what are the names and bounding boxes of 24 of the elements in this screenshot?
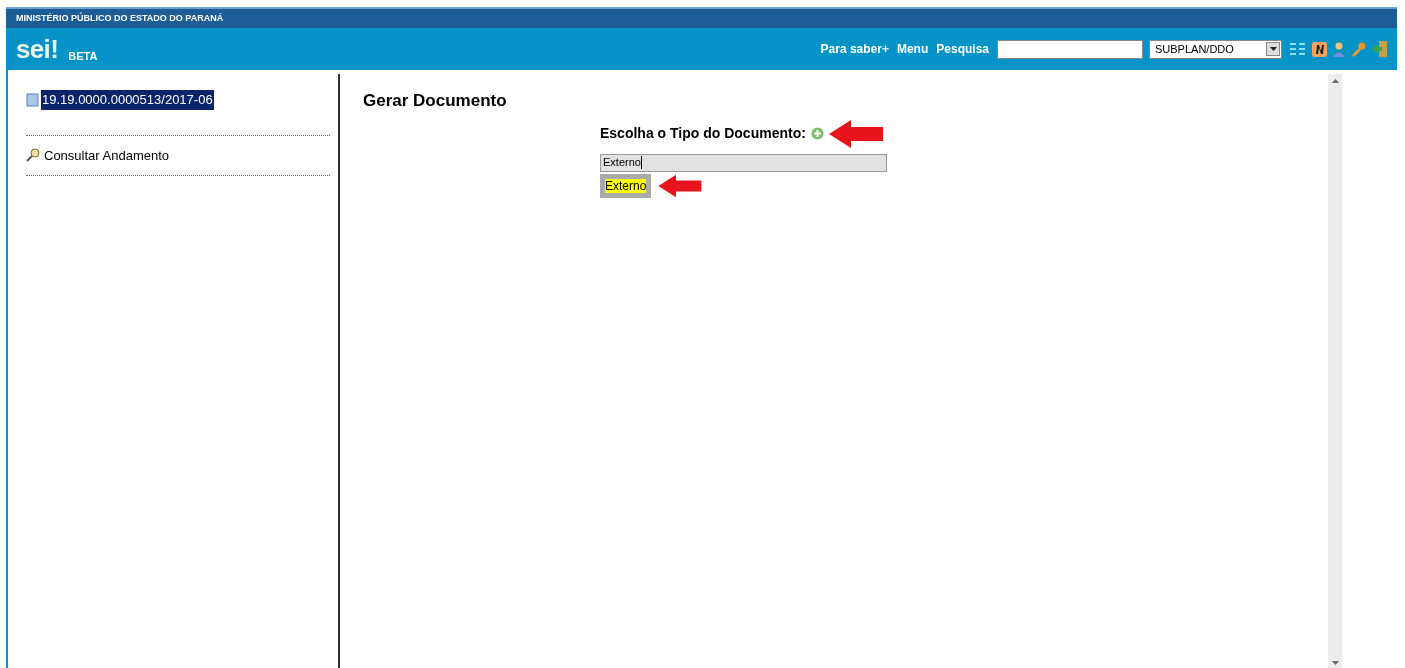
beta-label: BETA: [68, 48, 98, 64]
notes-icon[interactable]: [1312, 41, 1327, 57]
arrow-icon: [828, 119, 883, 148]
page-title: Gerar Documento: [363, 90, 508, 112]
document-icon: [26, 92, 39, 107]
scroll-up-icon[interactable]: [1331, 79, 1339, 83]
arrow-icon: [658, 174, 702, 197]
unit-select[interactable]: SUBPLAN/DDO: [1149, 39, 1282, 59]
magnifier-icon: [26, 148, 40, 163]
sidebar-link[interactable]: Consultar Andamento: [44, 145, 170, 165]
field-label: Escolha o Tipo do Documento:: [600, 124, 806, 143]
exit-icon[interactable]: [1372, 41, 1387, 57]
user-icon[interactable]: [1333, 41, 1345, 57]
wrench-icon[interactable]: [1351, 41, 1366, 57]
process-link[interactable]: 19.19.0000.0000513/2017-06: [41, 90, 214, 110]
plus-icon[interactable]: [810, 127, 824, 140]
logo: sei!: [16, 36, 59, 62]
org-title: MINISTÉRIO PÚBLICO DO ESTADO DO PARANÁ: [16, 11, 224, 25]
suggestion-item[interactable]: Externo: [600, 173, 652, 198]
list-icon[interactable]: [1290, 43, 1306, 55]
scroll-down-icon[interactable]: [1331, 661, 1339, 665]
dropdown-icon: [1266, 42, 1280, 56]
search-field[interactable]: [997, 39, 1143, 59]
type-input[interactable]: Externo: [600, 153, 887, 172]
